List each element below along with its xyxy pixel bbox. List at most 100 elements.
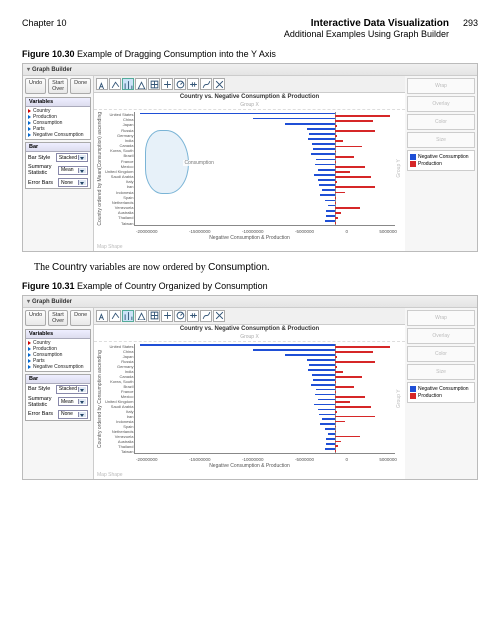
chart-type-icon[interactable] bbox=[174, 310, 186, 322]
overlay-zone[interactable]: Overlay bbox=[407, 96, 475, 112]
chart-type-icon[interactable] bbox=[174, 78, 186, 90]
bar-negative[interactable] bbox=[316, 389, 335, 391]
bar-negative[interactable] bbox=[325, 220, 335, 222]
chart-type-icon[interactable] bbox=[135, 310, 147, 322]
disclosure-icon[interactable]: ▾ bbox=[27, 299, 30, 305]
size-zone[interactable]: Size bbox=[407, 132, 475, 148]
bar-negative[interactable] bbox=[308, 138, 335, 140]
bar-negative[interactable] bbox=[326, 443, 335, 445]
bar-negative[interactable] bbox=[307, 128, 335, 130]
variables-list[interactable]: CountryProductionConsumptionPartsNegativ… bbox=[26, 107, 90, 139]
bar-negative[interactable] bbox=[314, 174, 335, 176]
undo-button[interactable]: Undo bbox=[25, 310, 46, 326]
bar-negative[interactable] bbox=[285, 123, 335, 125]
wrap-zone[interactable]: Wrap bbox=[407, 78, 475, 94]
error-bars-select[interactable]: None bbox=[58, 178, 88, 187]
bar-negative[interactable] bbox=[311, 384, 335, 386]
done-button[interactable]: Done bbox=[70, 78, 91, 94]
plot-area[interactable]: Consumption bbox=[134, 112, 395, 226]
color-zone[interactable]: Color bbox=[407, 114, 475, 130]
bar-negative[interactable] bbox=[285, 354, 335, 356]
bar-negative[interactable] bbox=[308, 369, 335, 371]
bar-negative[interactable] bbox=[312, 143, 335, 145]
bar-negative[interactable] bbox=[325, 448, 335, 450]
map-shape-zone[interactable]: Map Shape bbox=[94, 471, 405, 479]
chart-type-icon[interactable] bbox=[96, 78, 108, 90]
map-shape-zone[interactable]: Map Shape bbox=[94, 243, 405, 251]
bar-negative[interactable] bbox=[253, 118, 335, 120]
bar-negative[interactable] bbox=[307, 359, 335, 361]
bar-negative[interactable] bbox=[315, 164, 335, 166]
bar-negative[interactable] bbox=[314, 404, 335, 406]
bar-negative[interactable] bbox=[325, 200, 335, 202]
overlay-zone[interactable]: Overlay bbox=[407, 328, 475, 344]
bar-negative[interactable] bbox=[326, 215, 335, 217]
bar-negative[interactable] bbox=[313, 379, 335, 381]
error-bars-label: Error Bars bbox=[28, 411, 53, 417]
variable-type-icon bbox=[28, 353, 31, 357]
bar-negative[interactable] bbox=[311, 153, 335, 155]
plot-area[interactable] bbox=[134, 344, 395, 454]
bar-negative[interactable] bbox=[315, 394, 335, 396]
undo-button[interactable]: Undo bbox=[25, 78, 46, 94]
size-zone[interactable]: Size bbox=[407, 364, 475, 380]
chart-type-icon[interactable] bbox=[213, 78, 225, 90]
start-over-button[interactable]: Start Over bbox=[48, 78, 68, 94]
bar-negative[interactable] bbox=[312, 374, 335, 376]
bar-negative[interactable] bbox=[140, 344, 335, 346]
chart-type-icon[interactable] bbox=[148, 78, 160, 90]
chart-type-icon[interactable] bbox=[161, 78, 173, 90]
bar-negative[interactable] bbox=[313, 148, 335, 150]
bar-negative[interactable] bbox=[319, 414, 335, 416]
chart-type-icon[interactable] bbox=[200, 310, 212, 322]
wrap-zone[interactable]: Wrap bbox=[407, 310, 475, 326]
chart-type-icon[interactable] bbox=[213, 310, 225, 322]
bar-negative[interactable] bbox=[326, 438, 335, 440]
chart-type-icon[interactable] bbox=[187, 78, 199, 90]
start-over-button[interactable]: Start Over bbox=[48, 310, 68, 326]
variable-item[interactable]: Negative Consumption bbox=[27, 132, 89, 138]
bar-negative[interactable] bbox=[319, 184, 335, 186]
bar-negative[interactable] bbox=[318, 399, 335, 401]
color-zone[interactable]: Color bbox=[407, 346, 475, 362]
bar-negative[interactable] bbox=[326, 210, 335, 212]
chart-type-icon[interactable] bbox=[122, 310, 134, 322]
summary-stat-select[interactable]: Mean bbox=[58, 166, 88, 175]
chart-type-icon[interactable] bbox=[148, 310, 160, 322]
variable-item[interactable]: Negative Consumption bbox=[27, 364, 89, 370]
chart-type-icon[interactable] bbox=[187, 310, 199, 322]
chart-type-icon[interactable] bbox=[135, 78, 147, 90]
group-y-zone[interactable]: Group Y bbox=[395, 112, 403, 226]
bar-negative[interactable] bbox=[328, 205, 335, 207]
chart-type-icon[interactable] bbox=[109, 310, 121, 322]
disclosure-icon[interactable]: ▾ bbox=[27, 67, 30, 73]
chart-type-icon[interactable] bbox=[161, 310, 173, 322]
group-x-zone[interactable]: Group X bbox=[94, 101, 405, 110]
bar-style-select[interactable]: Stacked bbox=[56, 153, 88, 162]
chart-type-icon[interactable] bbox=[200, 78, 212, 90]
summary-stat-select[interactable]: Mean bbox=[58, 397, 88, 406]
chart-type-icon[interactable] bbox=[109, 78, 121, 90]
bar-negative[interactable] bbox=[316, 159, 335, 161]
variables-list[interactable]: CountryProductionConsumptionPartsNegativ… bbox=[26, 339, 90, 371]
bar-negative[interactable] bbox=[318, 409, 335, 411]
bar-negative[interactable] bbox=[253, 349, 335, 351]
bar-negative[interactable] bbox=[309, 364, 335, 366]
done-button[interactable]: Done bbox=[70, 310, 91, 326]
bar-negative[interactable] bbox=[318, 169, 335, 171]
group-y-zone[interactable]: Group Y bbox=[395, 344, 403, 454]
bar-negative[interactable] bbox=[322, 418, 335, 420]
bar-negative[interactable] bbox=[318, 179, 335, 181]
bar-negative[interactable] bbox=[140, 113, 335, 115]
bar-style-select[interactable]: Stacked bbox=[56, 385, 88, 394]
bar-negative[interactable] bbox=[309, 133, 335, 135]
bar-negative[interactable] bbox=[320, 423, 335, 425]
bar-negative[interactable] bbox=[320, 194, 335, 196]
bar-negative[interactable] bbox=[322, 189, 335, 191]
group-x-zone[interactable]: Group X bbox=[94, 333, 405, 342]
error-bars-select[interactable]: None bbox=[58, 410, 88, 419]
bar-negative[interactable] bbox=[328, 433, 335, 435]
chart-type-icon[interactable] bbox=[122, 78, 134, 90]
chart-type-icon[interactable] bbox=[96, 310, 108, 322]
bar-negative[interactable] bbox=[325, 428, 335, 430]
